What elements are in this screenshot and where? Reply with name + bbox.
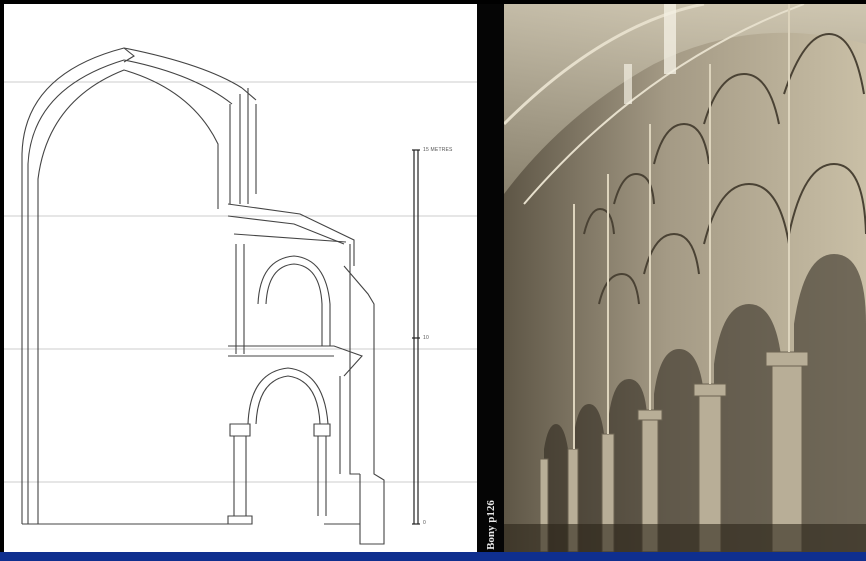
photo-caption: Bony p126 [478,500,504,550]
panel-divider [477,4,504,552]
scale-bar [412,149,420,525]
scale-label-15: 15 METRES [423,147,453,153]
nave-outline [21,47,385,545]
caption-text: Bony p126 [485,500,498,550]
scale-label-10: 10 [423,335,429,341]
bottom-bar [0,552,866,561]
elevation-drawing-panel: 15 METRES 10 0 [4,4,477,552]
scale-label-0: 0 [423,520,426,526]
cathedral-section-drawing [4,47,477,545]
nave-interior-illustration [504,4,866,552]
cathedral-interior-photo [504,4,866,552]
